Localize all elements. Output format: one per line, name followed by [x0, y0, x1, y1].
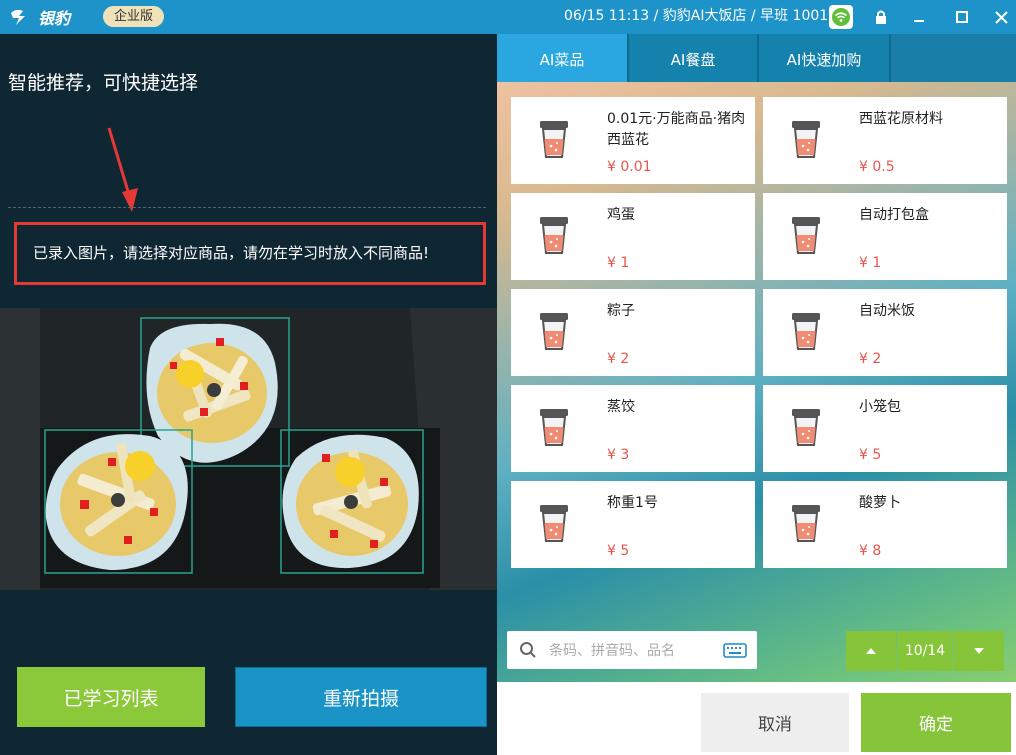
product-card[interactable]: 酸萝卜 ¥ 8 — [763, 481, 1007, 568]
recommendation-hint: 智能推荐，可快捷选择 — [8, 72, 199, 94]
product-price: ¥ 3 — [607, 447, 630, 463]
product-name: 称重1号 — [607, 495, 658, 511]
arrow-annotation-icon — [107, 127, 138, 212]
close-icon[interactable] — [982, 0, 1016, 34]
product-name: 小笼包 — [859, 399, 901, 415]
learned-list-button[interactable]: 已学习列表 — [17, 667, 205, 727]
pager: 10/14 — [846, 631, 1004, 671]
cup-icon — [792, 313, 820, 350]
product-card[interactable]: 蒸饺 ¥ 3 — [511, 385, 755, 472]
logo-icon — [11, 9, 25, 25]
cup-icon — [792, 409, 820, 446]
keyboard-icon[interactable] — [723, 643, 747, 658]
page-down-button[interactable] — [954, 631, 1004, 671]
title-bar: 银豹 企业版 06/15 11:13 / 豹豹AI大饭店 / 早班 1001 — [0, 0, 1016, 34]
app-logo: 银豹 — [8, 5, 83, 29]
footer-bar: 取消 确定 — [497, 682, 1016, 755]
product-card[interactable]: 称重1号 ¥ 5 — [511, 481, 755, 568]
cup-icon — [540, 409, 568, 446]
status-info: 06/15 11:13 / 豹豹AI大饭店 / 早班 1001 — [564, 8, 829, 24]
cup-icon — [540, 217, 568, 254]
page-indicator: 10/14 — [897, 631, 953, 671]
page-up-button[interactable] — [846, 631, 896, 671]
product-name: 自动米饭 — [859, 303, 915, 319]
product-card[interactable]: 小笼包 ¥ 5 — [763, 385, 1007, 472]
product-name: 蒸饺 — [607, 399, 635, 415]
product-price: ¥ 5 — [607, 543, 630, 559]
cup-icon — [792, 217, 820, 254]
lock-icon[interactable] — [862, 0, 900, 34]
product-price: ¥ 2 — [859, 351, 882, 367]
product-price: ¥ 1 — [607, 255, 630, 271]
wifi-icon[interactable] — [829, 5, 853, 29]
right-panel: AI菜品 AI餐盘 AI快速加购 0.01元·万能商品·猪肉西蓝花 ¥ 0.01… — [497, 34, 1016, 755]
product-card[interactable]: 鸡蛋 ¥ 1 — [511, 193, 755, 280]
tab-ai-dishes[interactable]: AI菜品 — [497, 34, 627, 82]
cancel-button[interactable]: 取消 — [701, 693, 849, 752]
product-card[interactable]: 自动打包盒 ¥ 1 — [763, 193, 1007, 280]
logo-text: 银豹 — [38, 9, 71, 28]
captured-photo — [0, 308, 497, 590]
maximize-icon[interactable] — [943, 0, 981, 34]
notice-message: 已录入图片，请选择对应商品，请勿在学习时放入不同商品! — [14, 222, 486, 285]
cup-icon — [792, 121, 820, 158]
search-placeholder: 条码、拼音码、品名 — [549, 643, 675, 659]
product-card[interactable]: 粽子 ¥ 2 — [511, 289, 755, 376]
divider — [8, 207, 486, 208]
cup-icon — [792, 505, 820, 542]
product-name: 0.01元·万能商品·猪肉西蓝花 — [607, 111, 746, 148]
product-name: 酸萝卜 — [859, 495, 901, 511]
minimize-icon[interactable] — [900, 0, 938, 34]
product-card[interactable]: 自动米饭 ¥ 2 — [763, 289, 1007, 376]
confirm-button[interactable]: 确定 — [861, 693, 1011, 752]
search-input[interactable]: 条码、拼音码、品名 — [507, 631, 757, 669]
product-price: ¥ 2 — [607, 351, 630, 367]
product-price: ¥ 1 — [859, 255, 882, 271]
tab-ai-plates[interactable]: AI餐盘 — [629, 34, 757, 82]
product-name: 自动打包盒 — [859, 207, 929, 223]
cup-icon — [540, 313, 568, 350]
product-card[interactable]: 西蓝花原材料 ¥ 0.5 — [763, 97, 1007, 184]
product-card[interactable]: 0.01元·万能商品·猪肉西蓝花 ¥ 0.01 — [511, 97, 755, 184]
product-price: ¥ 0.01 — [607, 159, 652, 175]
cup-icon — [540, 121, 568, 158]
tab-ai-quick-add[interactable]: AI快速加购 — [759, 34, 889, 82]
product-price: ¥ 8 — [859, 543, 882, 559]
edition-badge: 企业版 — [103, 6, 165, 27]
cup-icon — [540, 505, 568, 542]
tab-separator — [889, 34, 891, 82]
product-name: 西蓝花原材料 — [859, 111, 943, 127]
product-price: ¥ 5 — [859, 447, 882, 463]
product-name: 鸡蛋 — [607, 207, 635, 223]
retake-photo-button[interactable]: 重新拍摄 — [235, 667, 487, 727]
product-name: 粽子 — [607, 303, 635, 319]
caret-up-icon — [866, 648, 876, 654]
left-panel: 智能推荐，可快捷选择 已录入图片，请选择对应商品，请勿在学习时放入不同商品! 已… — [0, 34, 497, 755]
tab-bar: AI菜品 AI餐盘 AI快速加购 — [497, 34, 1016, 82]
product-price: ¥ 0.5 — [859, 159, 895, 175]
caret-down-icon — [974, 648, 984, 654]
search-icon — [520, 642, 536, 658]
